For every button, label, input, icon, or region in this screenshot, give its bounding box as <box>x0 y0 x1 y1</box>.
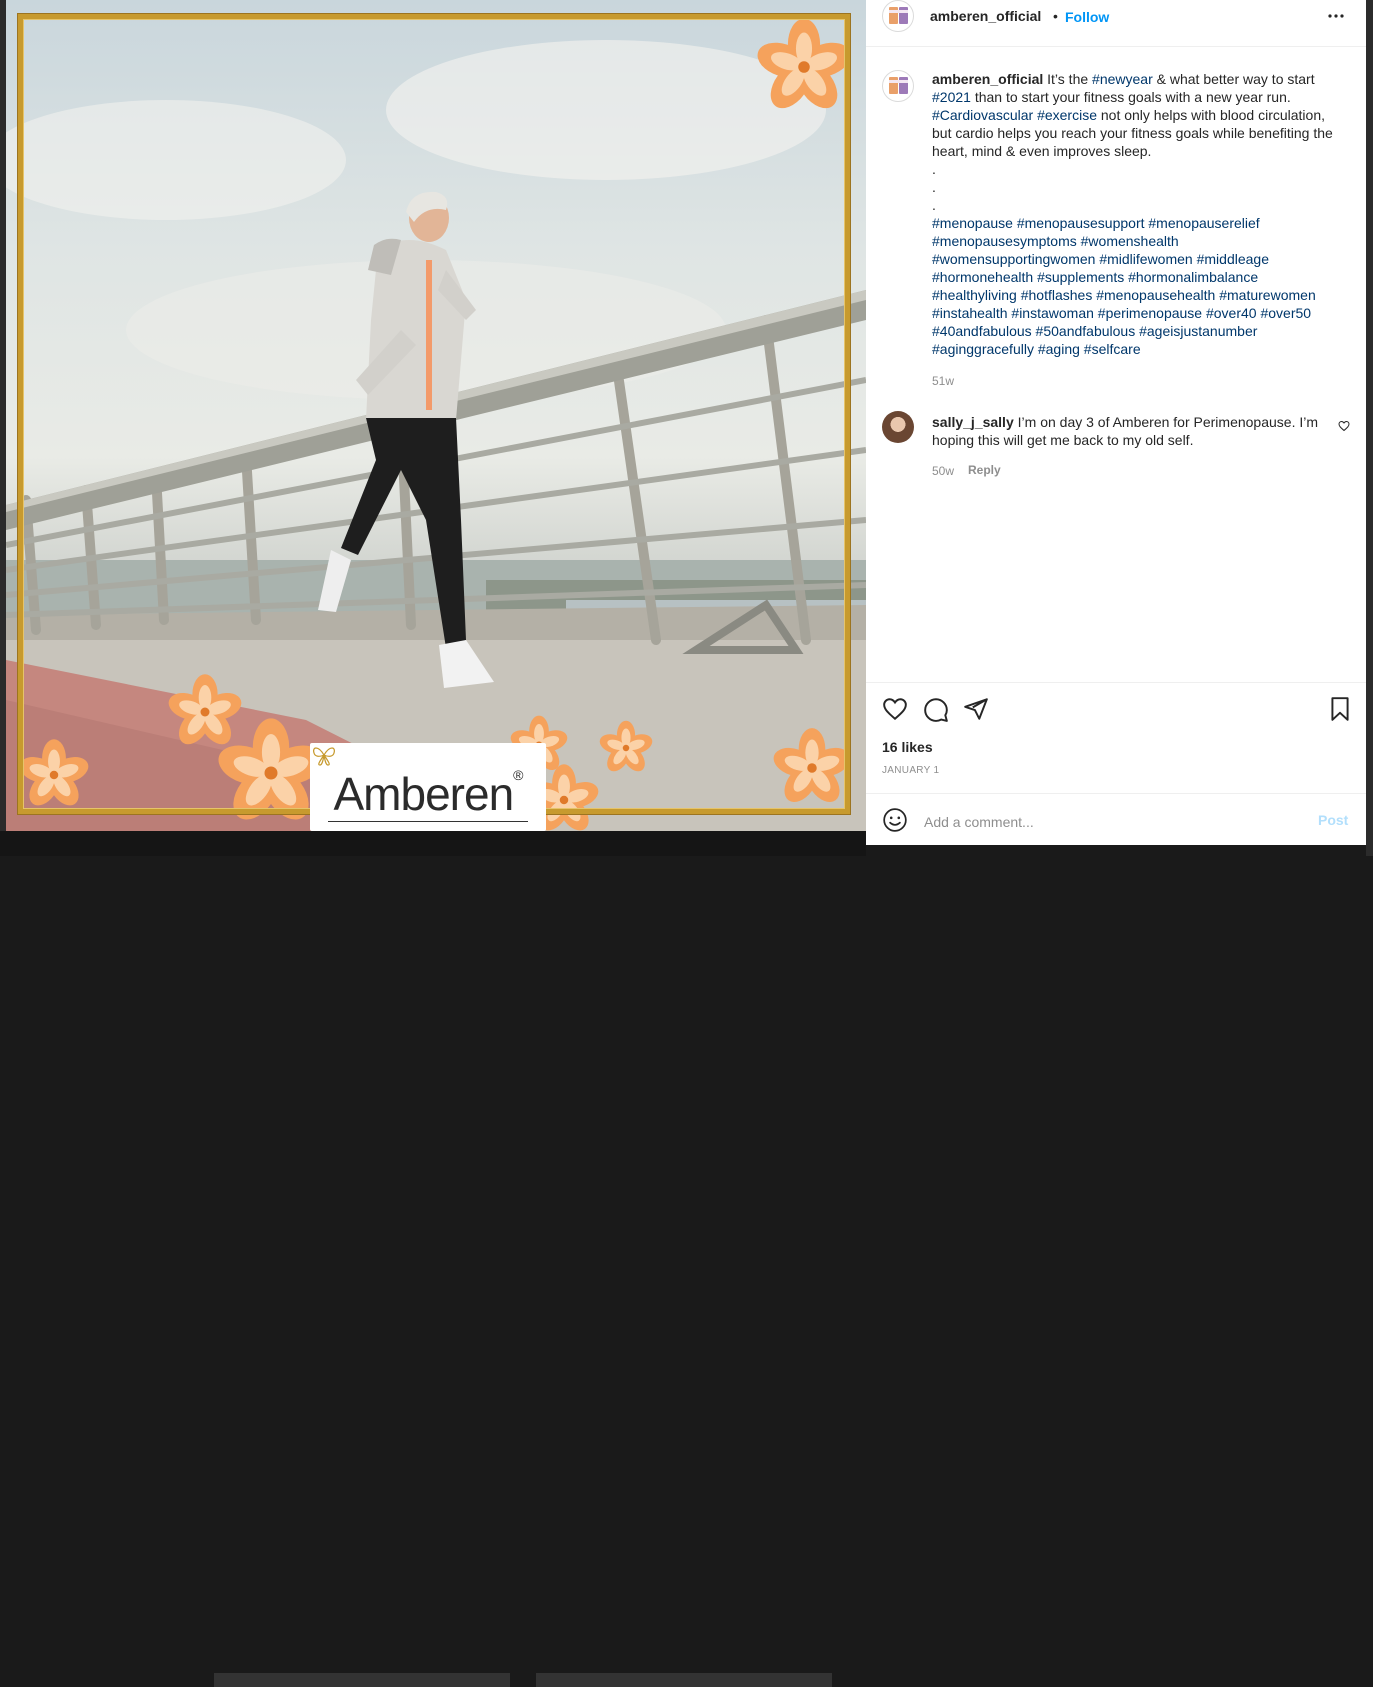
caption-hashtag[interactable]: #supplements <box>1037 269 1124 285</box>
caption-hashtag[interactable]: #Cardiovascular <box>932 107 1033 123</box>
follow-button[interactable]: Follow <box>1065 9 1109 25</box>
caption-author-avatar[interactable] <box>882 70 914 102</box>
caption-hashtag[interactable]: #healthyliving <box>932 287 1017 303</box>
backdrop-bottom <box>0 831 866 1687</box>
caption-hashtag[interactable]: #womensupportingwomen <box>932 251 1095 267</box>
comment: sally_j_sally I’m on day 3 of Amberen fo… <box>932 413 1332 449</box>
actions-divider <box>866 682 1366 683</box>
post-comment-button[interactable]: Post <box>1318 812 1348 828</box>
commenter-avatar[interactable] <box>882 411 914 443</box>
caption-username[interactable]: amberen_official <box>932 71 1043 87</box>
caption-text: It’s the <box>1047 71 1093 87</box>
likes-count[interactable]: 16 likes <box>882 739 933 755</box>
more-horizontal-icon[interactable] <box>1324 4 1348 28</box>
post-caption: amberen_official It’s the #newyear & wha… <box>932 70 1348 358</box>
caption-hashtag[interactable]: #instawoman <box>1011 305 1094 321</box>
save-bookmark-icon[interactable] <box>1327 696 1353 722</box>
butterfly-icon <box>313 747 335 766</box>
comment-like-heart-icon[interactable] <box>1338 420 1350 432</box>
gold-frame <box>18 14 850 814</box>
like-heart-icon[interactable] <box>882 696 908 722</box>
caption-hashtag[interactable]: #over50 <box>1260 305 1311 321</box>
comment-reply-button[interactable]: Reply <box>968 463 1001 477</box>
author-avatar[interactable] <box>882 0 914 32</box>
caption-hashtag[interactable]: #50andfabulous <box>1036 323 1136 339</box>
caption-hashtag[interactable]: #menopause <box>932 215 1013 231</box>
caption-hashtag[interactable]: #midlifewomen <box>1099 251 1192 267</box>
separator-dot: • <box>1053 8 1058 24</box>
caption-hashtag[interactable]: #maturewomen <box>1219 287 1316 303</box>
caption-hashtag[interactable]: #instahealth <box>932 305 1008 321</box>
caption-hashtag[interactable]: #womenshealth <box>1081 233 1179 249</box>
caption-hashtag[interactable]: #perimenopause <box>1098 305 1202 321</box>
add-comment-input[interactable] <box>922 810 1306 834</box>
caption-text: & what better way to start <box>1152 71 1319 87</box>
caption-hashtag[interactable]: #menopauserelief <box>1148 215 1259 231</box>
post-image[interactable]: Amberen® <box>6 0 866 831</box>
caption-hashtag[interactable]: #menopausesupport <box>1017 215 1145 231</box>
comment-bubble-icon[interactable] <box>923 696 949 722</box>
caption-hashtag[interactable]: #newyear <box>1092 71 1153 87</box>
share-send-icon[interactable] <box>963 696 989 722</box>
backdrop-right <box>1366 0 1373 856</box>
caption-hashtag[interactable]: #2021 <box>932 89 971 105</box>
caption-hashtag[interactable]: #hormonalimbalance <box>1128 269 1258 285</box>
caption-hashtag[interactable]: #menopausesymptoms <box>932 233 1077 249</box>
comment-username[interactable]: sally_j_sally <box>932 414 1014 430</box>
caption-hashtag[interactable]: #ageisjustanumber <box>1139 323 1257 339</box>
caption-hashtag[interactable]: #40andfabulous <box>932 323 1032 339</box>
caption-hashtag[interactable]: #aging <box>1038 341 1080 357</box>
post-sidebar: amberen_official • Follow amberen_offici… <box>866 0 1366 845</box>
caption-timestamp[interactable]: 51w <box>932 374 954 388</box>
author-username[interactable]: amberen_official <box>930 8 1041 24</box>
brand-logo: Amberen® <box>310 743 546 831</box>
caption-hashtag[interactable]: #selfcare <box>1084 341 1141 357</box>
comment-bar-divider <box>866 793 1366 794</box>
caption-hashtag[interactable]: #hotflashes <box>1021 287 1093 303</box>
caption-hashtag[interactable]: #aginggracefully <box>932 341 1034 357</box>
emoji-icon[interactable] <box>882 807 908 833</box>
caption-hashtag[interactable]: #middleage <box>1197 251 1269 267</box>
post-header: amberen_official • Follow <box>866 0 1366 47</box>
logo-rule <box>328 821 528 822</box>
caption-hashtag[interactable]: #over40 <box>1206 305 1257 321</box>
caption-hashtag[interactable]: #menopausehealth <box>1096 287 1215 303</box>
post-date[interactable]: JANUARY 1 <box>882 765 939 776</box>
feed-thumbnail <box>214 1673 510 1687</box>
caption-text: than to start your fitness goals with a … <box>970 89 1295 105</box>
caption-hashtag[interactable]: #exercise <box>1037 107 1097 123</box>
feed-thumbnail <box>536 1673 832 1687</box>
caption-hashtag[interactable]: #hormonehealth <box>932 269 1033 285</box>
brand-logo-text: Amberen® <box>333 767 524 820</box>
comment-timestamp: 50w <box>932 464 955 478</box>
